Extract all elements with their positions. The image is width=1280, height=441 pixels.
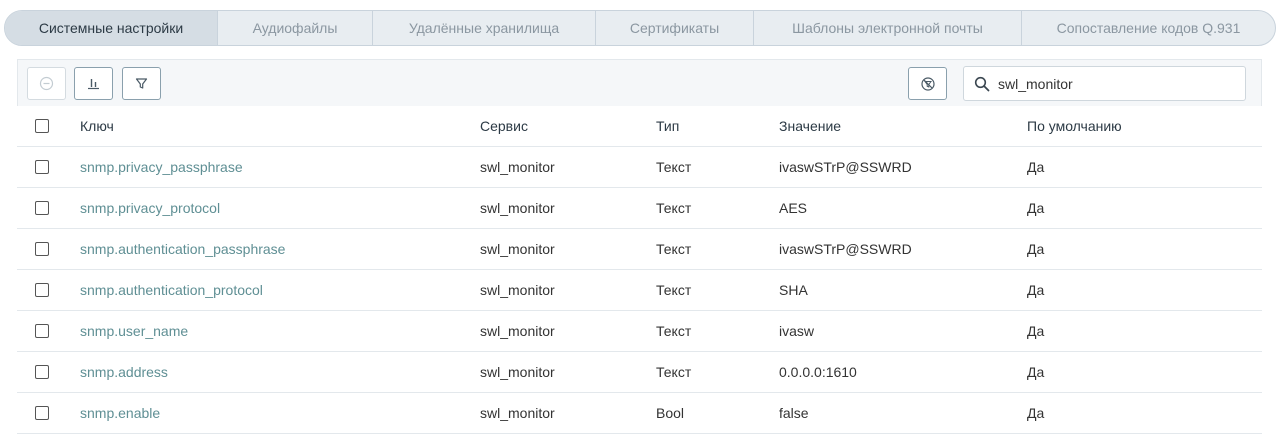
table-row[interactable]: snmp.enable swl_monitor Bool false Да xyxy=(17,393,1262,434)
service-cell: swl_monitor xyxy=(480,364,555,380)
toolbar xyxy=(17,59,1262,106)
default-cell: Да xyxy=(1027,200,1045,216)
row-checkbox[interactable] xyxy=(35,283,49,297)
value-cell: false xyxy=(779,405,809,421)
tab-q931-codes[interactable]: Сопоставление кодов Q.931 xyxy=(1022,11,1275,45)
tab-label: Шаблоны электронной почты xyxy=(792,20,983,36)
search-icon xyxy=(974,76,990,91)
type-cell: Текст xyxy=(656,159,692,175)
service-cell: swl_monitor xyxy=(480,405,555,421)
table-row[interactable]: snmp.address swl_monitor Текст 0.0.0.0:1… xyxy=(17,352,1262,393)
default-cell: Да xyxy=(1027,364,1045,380)
setting-key-link[interactable]: snmp.address xyxy=(80,364,168,380)
default-cell: Да xyxy=(1027,159,1045,175)
default-cell: Да xyxy=(1027,323,1045,339)
setting-key-link[interactable]: snmp.user_name xyxy=(80,323,188,339)
tab-audio-files[interactable]: Аудиофайлы xyxy=(218,11,373,45)
tab-label: Аудиофайлы xyxy=(252,20,338,36)
service-cell: swl_monitor xyxy=(480,159,555,175)
value-cell: ivasw xyxy=(779,323,815,339)
value-cell: AES xyxy=(779,200,808,216)
setting-key-link[interactable]: snmp.enable xyxy=(80,405,160,421)
service-cell: swl_monitor xyxy=(480,200,555,216)
tab-email-templates[interactable]: Шаблоны электронной почты xyxy=(754,11,1022,45)
type-cell: Bool xyxy=(656,405,685,421)
row-checkbox[interactable] xyxy=(35,242,49,256)
row-checkbox[interactable] xyxy=(35,160,49,174)
setting-key-link[interactable]: snmp.privacy_passphrase xyxy=(80,159,243,175)
value-cell: 0.0.0.0:1610 xyxy=(779,364,857,380)
type-cell: Текст xyxy=(656,241,692,257)
columns-button[interactable] xyxy=(74,67,113,100)
column-header-type[interactable]: Тип xyxy=(656,106,679,146)
tab-system-settings[interactable]: Системные настройки xyxy=(5,11,218,45)
table-row[interactable]: snmp.authentication_protocol swl_monitor… xyxy=(17,270,1262,311)
column-header-key[interactable]: Ключ xyxy=(80,106,114,146)
tab-label: Сертификаты xyxy=(629,20,720,36)
tab-label: Системные настройки xyxy=(38,20,184,36)
table-header: Ключ Сервис Тип Значение По умолчанию xyxy=(17,106,1262,147)
settings-panel: Ключ Сервис Тип Значение По умолчанию sn… xyxy=(17,59,1262,441)
tab-label: Сопоставление кодов Q.931 xyxy=(1056,20,1241,36)
service-cell: swl_monitor xyxy=(480,323,555,339)
type-cell: Текст xyxy=(656,200,692,216)
row-checkbox[interactable] xyxy=(35,406,49,420)
value-cell: SHA xyxy=(779,282,808,298)
default-cell: Да xyxy=(1027,241,1045,257)
reset-filter-button[interactable] xyxy=(908,67,947,100)
default-cell: Да xyxy=(1027,405,1045,421)
select-all-checkbox[interactable] xyxy=(35,119,49,133)
filter-button[interactable] xyxy=(122,67,161,100)
tab-certificates[interactable]: Сертификаты xyxy=(596,11,754,45)
setting-key-link[interactable]: snmp.privacy_protocol xyxy=(80,200,220,216)
setting-key-link[interactable]: snmp.authentication_passphrase xyxy=(80,241,285,257)
table-row[interactable]: snmp.user_name swl_monitor Текст ivasw Д… xyxy=(17,311,1262,352)
value-cell: ivaswSTrP@SSWRD xyxy=(779,159,912,175)
setting-key-link[interactable]: snmp.authentication_protocol xyxy=(80,282,263,298)
search-input[interactable] xyxy=(998,75,1238,92)
filter-icon xyxy=(135,78,148,89)
row-checkbox[interactable] xyxy=(35,365,49,379)
type-cell: Текст xyxy=(656,323,692,339)
filter-off-icon xyxy=(920,76,935,91)
service-cell: swl_monitor xyxy=(480,241,555,257)
tab-label: Удалённые хранилища xyxy=(408,20,560,36)
delete-button[interactable] xyxy=(27,67,66,100)
column-header-default[interactable]: По умолчанию xyxy=(1027,106,1122,146)
column-header-service[interactable]: Сервис xyxy=(480,106,528,146)
value-cell: ivaswSTrP@SSWRD xyxy=(779,241,912,257)
row-checkbox[interactable] xyxy=(35,324,49,338)
search-box[interactable] xyxy=(963,66,1246,101)
settings-table: Ключ Сервис Тип Значение По умолчанию sn… xyxy=(17,106,1262,434)
default-cell: Да xyxy=(1027,282,1045,298)
minus-circle-icon xyxy=(39,76,54,91)
tab-remote-storage[interactable]: Удалённые хранилища xyxy=(373,11,596,45)
table-row[interactable]: snmp.authentication_passphrase swl_monit… xyxy=(17,229,1262,270)
table-row[interactable]: snmp.privacy_protocol swl_monitor Текст … xyxy=(17,188,1262,229)
type-cell: Текст xyxy=(656,364,692,380)
tab-bar: Системные настройки Аудиофайлы Удалённые… xyxy=(4,10,1276,46)
table-row[interactable]: snmp.privacy_passphrase swl_monitor Текс… xyxy=(17,147,1262,188)
service-cell: swl_monitor xyxy=(480,282,555,298)
type-cell: Текст xyxy=(656,282,692,298)
columns-icon xyxy=(88,79,99,90)
column-header-value[interactable]: Значение xyxy=(779,106,841,146)
row-checkbox[interactable] xyxy=(35,201,49,215)
